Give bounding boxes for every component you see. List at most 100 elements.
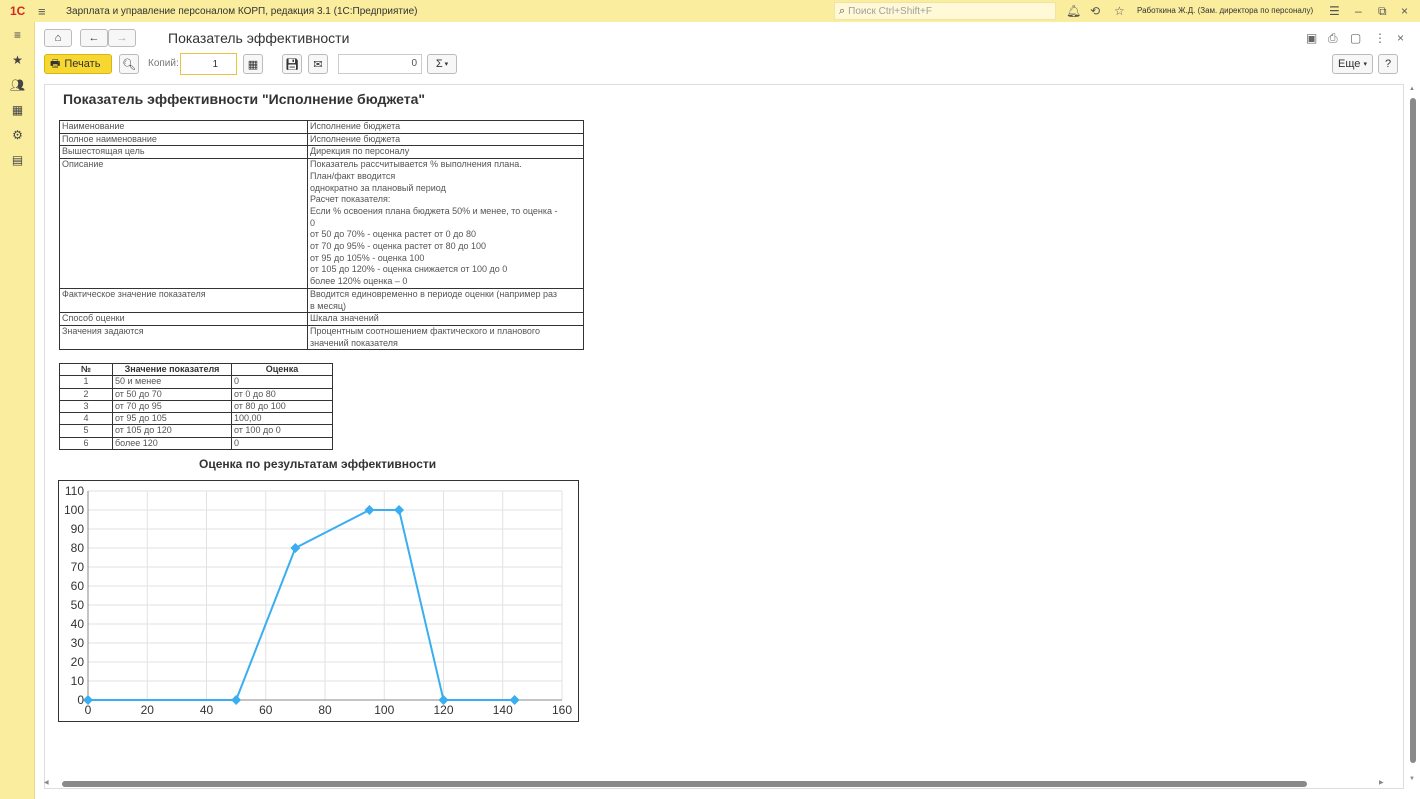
scale-header-num: № bbox=[59, 362, 113, 377]
notifications-icon[interactable]: 🔔︎ bbox=[1066, 0, 1081, 22]
x-tick-label: 40 bbox=[200, 703, 214, 717]
app-logo: 1С bbox=[10, 4, 26, 18]
id-card-icon[interactable]: ▤ bbox=[0, 147, 35, 172]
email-icon[interactable]: ✉ bbox=[308, 54, 328, 74]
y-tick-label: 30 bbox=[71, 636, 85, 650]
back-button[interactable]: ← bbox=[80, 29, 108, 47]
x-tick-label: 60 bbox=[259, 703, 273, 717]
y-tick-label: 90 bbox=[71, 522, 85, 536]
x-tick-label: 0 bbox=[85, 703, 92, 717]
more-button[interactable]: Еще ▾ bbox=[1332, 54, 1373, 74]
sum-mode-button[interactable]: Σ ▾ bbox=[427, 54, 457, 74]
scale-value: более 120 bbox=[112, 436, 232, 451]
chart-title: Оценка по результатам эффективности bbox=[199, 457, 437, 471]
print-form-icon[interactable]: ⎙ bbox=[1328, 31, 1338, 46]
scale-num: 6 bbox=[59, 436, 113, 451]
history-icon[interactable]: ⟲ bbox=[1090, 0, 1100, 22]
property-value: Вводится единовременно в периоде оценки … bbox=[307, 287, 584, 314]
app-title: Зарплата и управление персоналом КОРП, р… bbox=[66, 5, 418, 17]
y-tick-label: 80 bbox=[71, 541, 85, 555]
sigma-icon: Σ bbox=[435, 58, 443, 70]
minimize-icon[interactable]: – bbox=[1355, 0, 1362, 22]
horizontal-scroll-thumb[interactable] bbox=[62, 781, 1307, 787]
property-row: Значения задаются Процентным соотношением… bbox=[59, 324, 584, 351]
y-tick-label: 50 bbox=[71, 598, 85, 612]
y-tick-label: 70 bbox=[71, 560, 85, 574]
scroll-right-icon[interactable]: ▶ bbox=[1379, 779, 1384, 786]
scale-num: 5 bbox=[59, 424, 113, 438]
main-menu-icon[interactable]: ≡ bbox=[38, 4, 54, 19]
printer-icon: 🖶︎ bbox=[50, 57, 61, 70]
data-point bbox=[231, 695, 242, 705]
people-icon[interactable]: 👥︎ bbox=[0, 72, 35, 97]
property-row: Вышестоящая цель Дирекция по персоналу bbox=[59, 145, 584, 160]
more-vert-icon[interactable]: ⋮ bbox=[1374, 31, 1386, 45]
scale-header-score: Оценка bbox=[231, 362, 333, 377]
save-icon[interactable]: 💾︎ bbox=[282, 54, 302, 74]
efficiency-chart: 0 10 20 30 40 50 60 70 80 90 100 110 0 20 40 60 80 100 120… bbox=[58, 480, 579, 722]
scale-row: 5 от 105 до 120 от 100 до 0 bbox=[59, 424, 333, 438]
x-tick-label: 140 bbox=[493, 703, 513, 717]
property-value: Процентным соотношением фактического и п… bbox=[307, 324, 584, 351]
x-tick-label: 160 bbox=[552, 703, 572, 717]
forward-button[interactable]: → bbox=[108, 29, 136, 47]
preview-icon[interactable]: ▢ bbox=[1350, 31, 1361, 45]
current-user[interactable]: Работкина Ж.Д. (Зам. директора по персон… bbox=[1137, 0, 1313, 22]
copies-value: 1 bbox=[212, 58, 218, 70]
scale-value: от 50 до 70 bbox=[112, 387, 232, 401]
scroll-up-icon[interactable]: ▲ bbox=[1409, 86, 1415, 92]
y-tick-label: 40 bbox=[71, 617, 85, 631]
close-window-icon[interactable]: × bbox=[1401, 0, 1408, 22]
close-form-icon[interactable]: × bbox=[1397, 31, 1404, 45]
star-icon[interactable]: ★ bbox=[0, 47, 35, 72]
global-search-input[interactable]: ⌕ Поиск Ctrl+Shift+F bbox=[834, 2, 1056, 20]
settings-menu-icon[interactable]: ☰ bbox=[1329, 0, 1340, 22]
scroll-down-icon[interactable]: ▼ bbox=[1409, 776, 1415, 782]
horizontal-scrollbar[interactable]: ◀ ▶ bbox=[44, 779, 1389, 789]
scale-num: 4 bbox=[59, 412, 113, 426]
y-tick-label: 10 bbox=[71, 674, 85, 688]
more-label: Еще bbox=[1338, 58, 1361, 70]
home-button[interactable]: ⌂ bbox=[44, 29, 72, 47]
report-title: Показатель эффективности "Исполнение бюд… bbox=[63, 91, 425, 107]
save-form-icon[interactable]: ▣ bbox=[1306, 31, 1317, 45]
help-button[interactable]: ? bbox=[1378, 54, 1398, 74]
form-area: ⌂ ← → Показатель эффективности ▣ ⎙ ▢ ⋮ ×… bbox=[36, 22, 1420, 799]
favorites-icon[interactable]: ☆ bbox=[1114, 0, 1125, 22]
report-document: Показатель эффективности "Исполнение бюд… bbox=[44, 84, 1404, 789]
scale-score: 0 bbox=[231, 375, 333, 389]
scale-num: 2 bbox=[59, 387, 113, 401]
scale-value: 50 и менее bbox=[112, 375, 232, 389]
edit-report-icon[interactable]: ▦ bbox=[243, 54, 263, 74]
print-button[interactable]: 🖶︎ Печать bbox=[44, 54, 112, 74]
scale-value: от 95 до 105 bbox=[112, 412, 232, 426]
calculator-icon[interactable]: ▦ bbox=[0, 97, 35, 122]
property-key: Описание bbox=[59, 158, 308, 289]
scale-value: от 70 до 95 bbox=[112, 399, 232, 414]
property-key: Способ оценки bbox=[59, 312, 308, 326]
scale-value: от 105 до 120 bbox=[112, 424, 232, 438]
vertical-scroll-thumb[interactable] bbox=[1410, 98, 1416, 763]
copies-input[interactable]: 1 bbox=[180, 53, 237, 75]
y-tick-label: 60 bbox=[71, 579, 85, 593]
property-row: Описание Показатель рассчитывается % выпо… bbox=[59, 158, 584, 289]
scale-row: 1 50 и менее 0 bbox=[59, 375, 333, 389]
data-point bbox=[290, 543, 301, 553]
data-point bbox=[364, 505, 375, 515]
scale-score: от 80 до 100 bbox=[231, 399, 333, 414]
scroll-left-icon[interactable]: ◀ bbox=[44, 779, 49, 786]
print-preview-icon[interactable]: 🔍︎ bbox=[119, 54, 139, 74]
menu-icon[interactable]: ≡ bbox=[0, 22, 35, 47]
data-point bbox=[394, 505, 405, 515]
print-label: Печать bbox=[64, 58, 101, 70]
restore-icon[interactable]: ⧉ bbox=[1378, 0, 1387, 22]
scale-row: 4 от 95 до 105 100,00 bbox=[59, 412, 333, 426]
chart-svg: 01020304050607080901001100 20 40 60 80 100 120… bbox=[64, 484, 572, 717]
properties-table: Наименование Исполнение бюджета Полное наи… bbox=[59, 120, 584, 351]
sum-field[interactable]: 0 bbox=[338, 54, 422, 74]
vertical-scrollbar[interactable]: ▲ ▼ bbox=[1406, 84, 1420, 789]
scale-num: 1 bbox=[59, 375, 113, 389]
gear-icon[interactable]: ⚙ bbox=[0, 122, 35, 147]
scale-table: № Значение показателя Оценка 1 50 и менее… bbox=[59, 362, 333, 451]
property-key: Наименование bbox=[59, 120, 308, 134]
